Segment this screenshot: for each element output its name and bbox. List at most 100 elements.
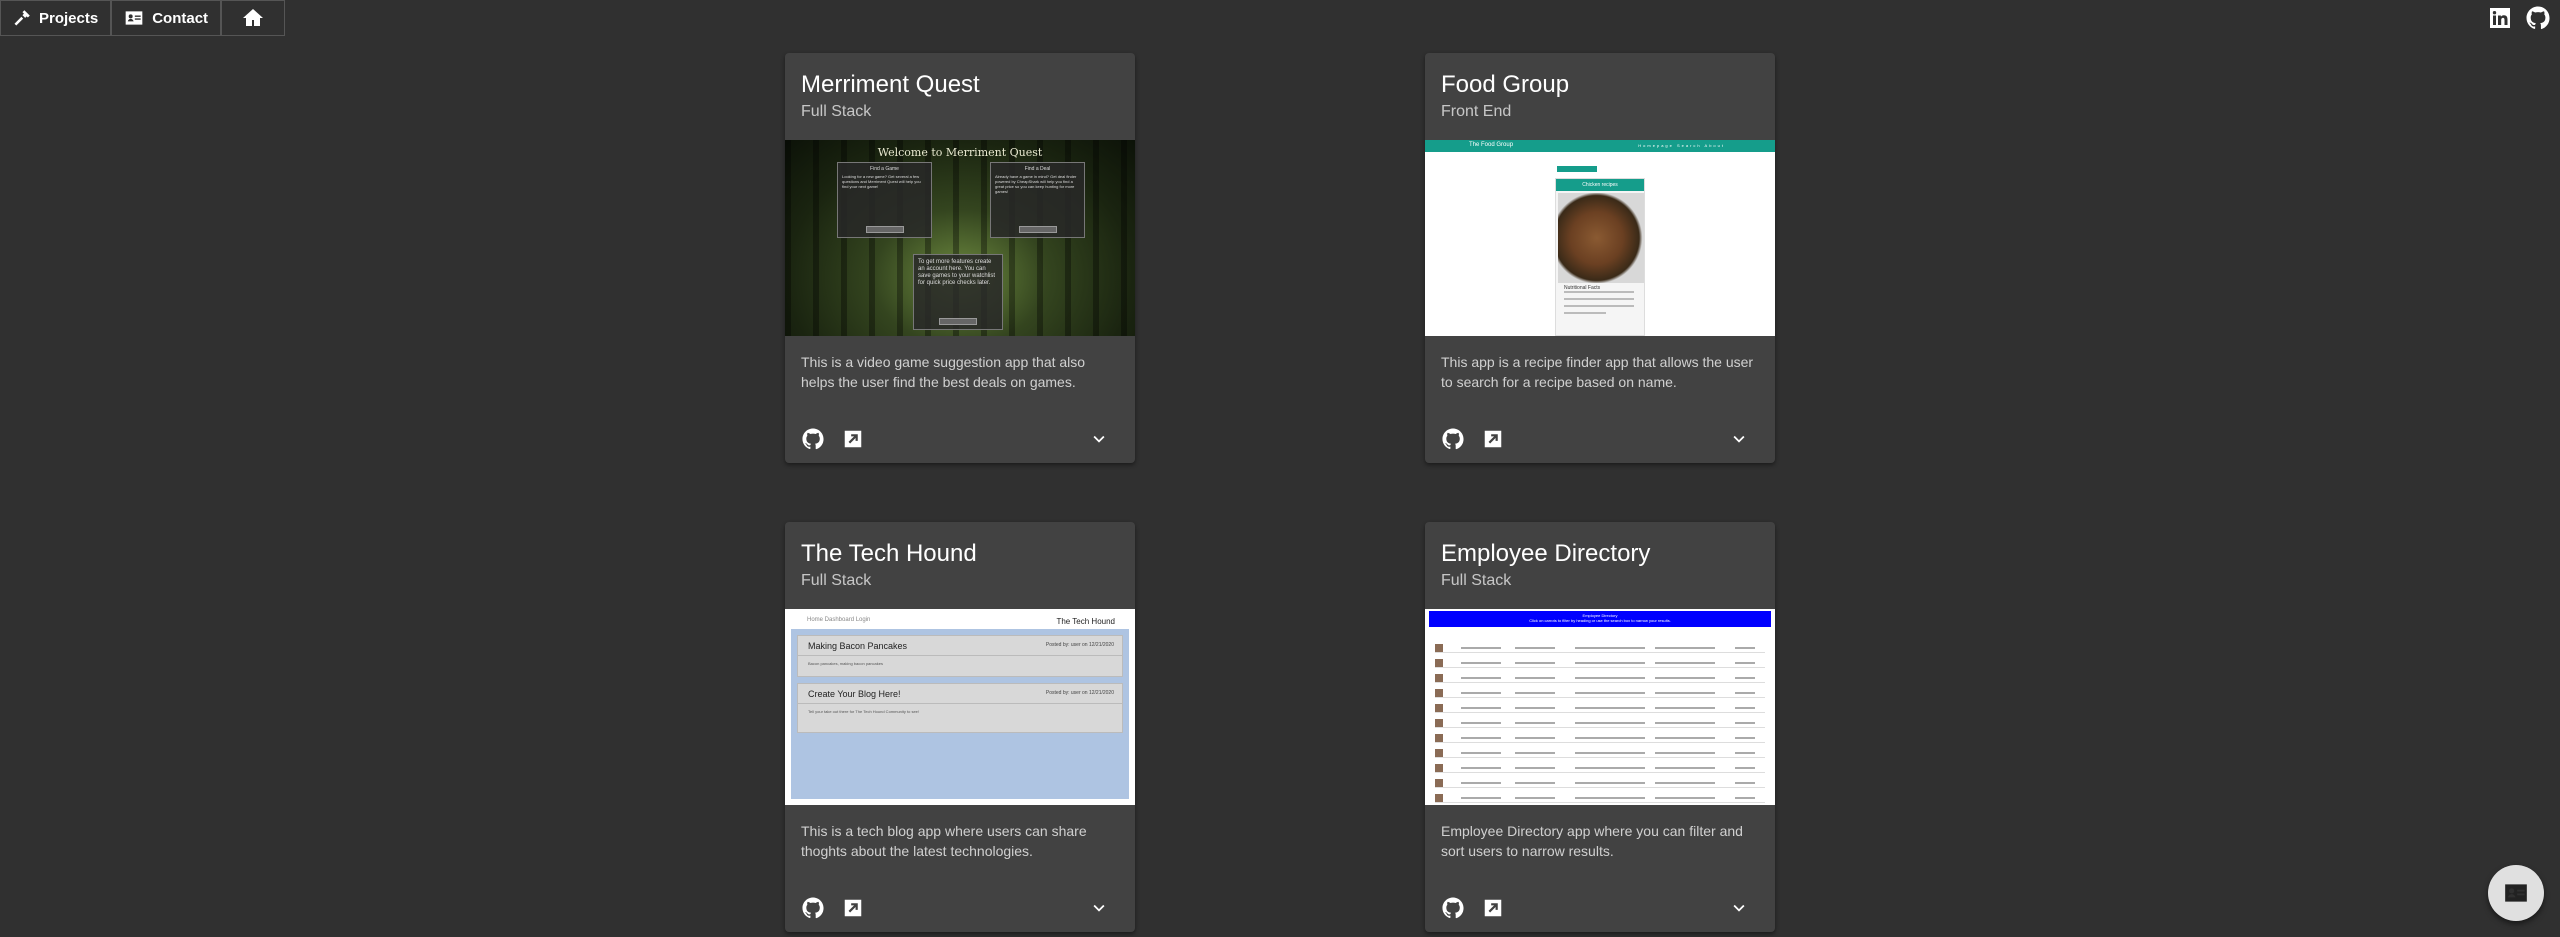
card-title: The Tech Hound xyxy=(801,540,977,567)
screenshot-table-cell xyxy=(1575,797,1645,799)
open-link-button[interactable] xyxy=(1473,888,1513,928)
social-links xyxy=(2488,6,2550,30)
screenshot-avatar xyxy=(1435,674,1443,682)
screenshot-links: Home Dashboard Login xyxy=(807,617,871,623)
github-button[interactable] xyxy=(1433,888,1473,928)
screenshot-table-cell xyxy=(1735,752,1755,754)
home-icon xyxy=(241,6,265,30)
expand-button[interactable] xyxy=(1719,419,1759,459)
screenshot-avatar xyxy=(1435,764,1443,772)
card-header: The Tech Hound Full Stack xyxy=(785,522,1135,609)
screenshot-avatar xyxy=(1435,689,1443,697)
linkedin-icon xyxy=(2488,6,2512,30)
screenshot-avatar xyxy=(1435,749,1443,757)
screenshot-table-cell xyxy=(1461,752,1501,754)
screenshot-table-cell xyxy=(1655,722,1715,724)
open-link-button[interactable] xyxy=(833,888,873,928)
screenshot-table-cell xyxy=(1735,647,1755,649)
project-card: Employee Directory Full Stack Employee D… xyxy=(1425,522,1775,932)
card-title: Employee Directory xyxy=(1441,540,1651,567)
project-card: The Tech Hound Full Stack Home Dashboard… xyxy=(785,522,1135,932)
chevron-down-icon xyxy=(1088,897,1110,919)
screenshot-table-cell xyxy=(1655,692,1715,694)
screenshot-table-cell xyxy=(1575,737,1645,739)
github-icon xyxy=(1442,897,1464,919)
screenshot-table-cell xyxy=(1461,662,1501,664)
screenshot-table-cell xyxy=(1655,647,1715,649)
screenshot-table-row xyxy=(1435,658,1765,668)
chevron-down-icon xyxy=(1728,428,1750,450)
contact-card-icon xyxy=(124,8,144,28)
screenshot-box-button xyxy=(865,226,904,233)
open-in-new-icon xyxy=(842,897,864,919)
screenshot-table-row xyxy=(1435,718,1765,728)
screenshot-heading: Welcome to Merriment Quest xyxy=(877,146,1043,159)
card-title: Food Group xyxy=(1441,71,1570,98)
screenshot-post-body: Bacon pancakes, making bacon pancakes xyxy=(808,661,883,666)
screenshot-brand: The Tech Hound xyxy=(1056,617,1115,626)
card-actions xyxy=(785,414,1135,463)
screenshot-navbar: Home Dashboard Login The Tech Hound xyxy=(785,613,1135,627)
screenshot-box: Find a Game Looking for a new game? Get … xyxy=(837,162,932,238)
screenshot-header: Employee Directory Click on carrots to f… xyxy=(1429,611,1771,627)
screenshot-navbar: The Food Group Homepage Search About xyxy=(1425,140,1775,152)
screenshot-table-cell xyxy=(1735,737,1755,739)
open-link-button[interactable] xyxy=(1473,419,1513,459)
card-description: Employee Directory app where you can fil… xyxy=(1441,823,1743,859)
screenshot-table-row xyxy=(1435,778,1765,788)
linkedin-link[interactable] xyxy=(2488,6,2512,30)
screenshot-panel-title: Chicken recipes xyxy=(1556,179,1644,191)
github-icon xyxy=(1442,428,1464,450)
screenshot-table-cell xyxy=(1461,782,1501,784)
screenshot-table-cell xyxy=(1655,752,1715,754)
screenshot-table-cell xyxy=(1575,782,1645,784)
expand-button[interactable] xyxy=(1719,888,1759,928)
screenshot-table-cell xyxy=(1655,707,1715,709)
github-button[interactable] xyxy=(793,419,833,459)
screenshot-table-row xyxy=(1435,673,1765,683)
project-screenshot: The Food Group Homepage Search About Chi… xyxy=(1425,140,1775,336)
screenshot-table-cell xyxy=(1735,707,1755,709)
github-button[interactable] xyxy=(793,888,833,928)
screenshot-box-button xyxy=(939,318,977,325)
screenshot-avatar xyxy=(1435,719,1443,727)
screenshot-box: To get more features create an account h… xyxy=(913,254,1003,330)
projects-button[interactable]: Projects xyxy=(0,0,112,36)
expand-button[interactable] xyxy=(1079,888,1119,928)
contact-button[interactable]: Contact xyxy=(111,0,222,36)
screenshot-table-cell xyxy=(1655,782,1715,784)
screenshot-table-cell xyxy=(1655,797,1715,799)
screenshot-table-cell xyxy=(1515,677,1555,679)
screenshot-table-cell xyxy=(1735,692,1755,694)
screenshot-box: Find a Deal Already have a game in mind?… xyxy=(990,162,1085,238)
github-button[interactable] xyxy=(1433,419,1473,459)
chevron-down-icon xyxy=(1088,428,1110,450)
github-link[interactable] xyxy=(2526,6,2550,30)
screenshot-table-cell xyxy=(1515,737,1555,739)
screenshot-table-cell xyxy=(1735,797,1755,799)
contact-fab-button[interactable] xyxy=(2488,865,2544,921)
screenshot-box-text: Looking for a new game? Get several a fe… xyxy=(842,174,921,189)
screenshot-table-cell xyxy=(1515,767,1555,769)
screenshot-table-cell xyxy=(1575,722,1645,724)
home-button[interactable] xyxy=(221,0,286,36)
open-link-button[interactable] xyxy=(833,419,873,459)
github-icon xyxy=(802,897,824,919)
expand-button[interactable] xyxy=(1079,419,1119,459)
screenshot-table-cell xyxy=(1515,797,1555,799)
hammer-icon xyxy=(13,9,31,27)
screenshot-table-cell xyxy=(1655,767,1715,769)
screenshot-table-cell xyxy=(1575,692,1645,694)
chevron-down-icon xyxy=(1728,897,1750,919)
screenshot-table-cell xyxy=(1655,737,1715,739)
screenshot-box-title: Find a Deal xyxy=(1024,166,1051,172)
screenshot-table-cell xyxy=(1515,662,1555,664)
screenshot-table-cell xyxy=(1515,752,1555,754)
screenshot-post-list: Making Bacon Pancakes Posted by: user on… xyxy=(791,629,1129,799)
screenshot-table-cell xyxy=(1735,767,1755,769)
screenshot-box-button xyxy=(1018,226,1057,233)
screenshot-table-cell xyxy=(1655,662,1715,664)
card-actions xyxy=(1425,414,1775,463)
screenshot-box-title: Find a Game xyxy=(870,166,899,172)
screenshot-post: Making Bacon Pancakes Posted by: user on… xyxy=(797,635,1123,677)
